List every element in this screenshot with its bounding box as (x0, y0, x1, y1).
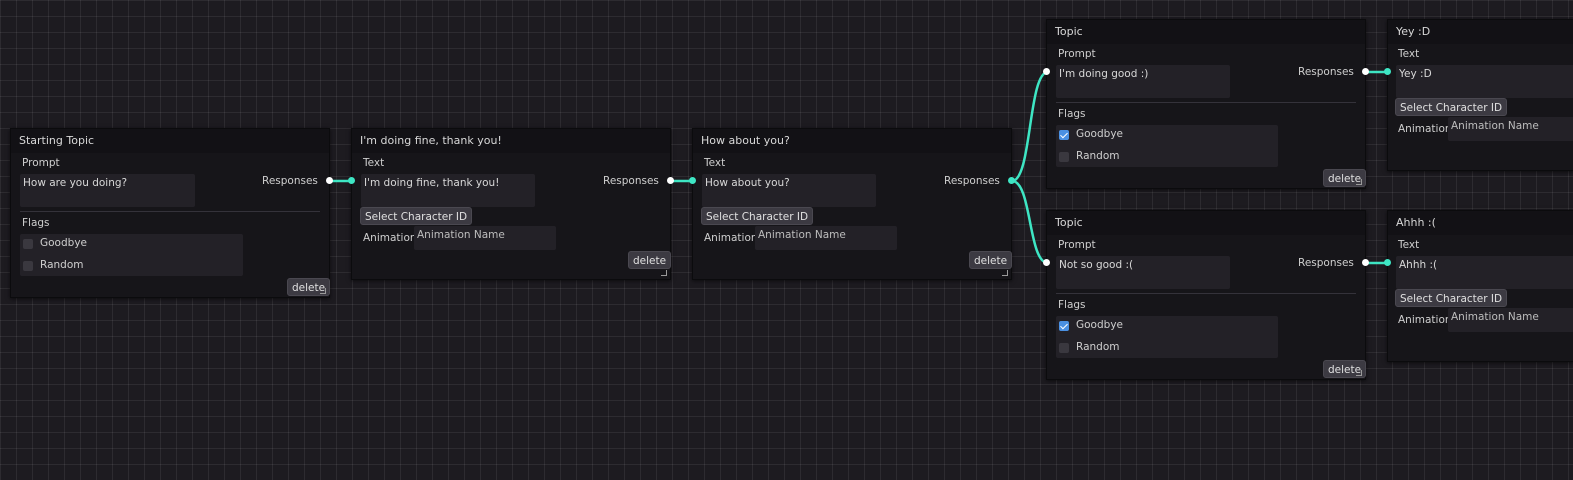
goodbye-label: Goodbye (1076, 319, 1123, 331)
delete-button[interactable]: delete (628, 251, 672, 269)
output-port-start[interactable] (326, 177, 333, 184)
flags-label: Flags (22, 217, 50, 229)
animation-label: Animation (704, 232, 758, 244)
random-checkbox[interactable] (1059, 152, 1069, 162)
divider (20, 211, 320, 212)
animation-name-input[interactable]: Animation Name (1448, 308, 1573, 332)
goodbye-checkbox[interactable] (1059, 130, 1069, 140)
node-title[interactable]: Ahhh :( (1388, 211, 1573, 235)
node-topic-doing-good[interactable]: Topic Prompt I'm doing good :) Responses… (1046, 19, 1367, 189)
animation-name-input[interactable]: Animation Name (755, 226, 897, 250)
animation-label: Animation (1398, 314, 1452, 326)
node-title[interactable]: Starting Topic (11, 129, 329, 153)
animation-label: Animation (1398, 123, 1452, 135)
random-checkbox[interactable] (23, 261, 33, 271)
node-title[interactable]: I'm doing fine, thank you! (352, 129, 670, 153)
random-label: Random (1076, 150, 1120, 162)
text-field[interactable]: Ahhh :( (1396, 256, 1573, 289)
input-port-fine[interactable] (348, 177, 355, 184)
node-ahhh[interactable]: Ahhh :( Text Ahhh :( Select Character ID… (1387, 210, 1573, 362)
output-port-topic1[interactable] (1362, 68, 1369, 75)
input-port-topic2[interactable] (1043, 259, 1050, 266)
wire-howabout-to-topic1 (1011, 70, 1049, 183)
select-character-id-button[interactable]: Select Character ID (701, 207, 814, 225)
goodbye-label: Goodbye (1076, 128, 1123, 140)
responses-label: Responses (1298, 257, 1354, 269)
text-field[interactable]: How about you? (702, 174, 876, 207)
prompt-field[interactable]: Not so good :( (1056, 256, 1230, 289)
prompt-label: Prompt (1058, 239, 1096, 251)
output-port-topic2[interactable] (1362, 259, 1369, 266)
resize-handle[interactable] (320, 288, 326, 294)
random-label: Random (1076, 341, 1120, 353)
random-checkbox[interactable] (1059, 343, 1069, 353)
node-topic-not-so-good[interactable]: Topic Prompt Not so good :( Responses Fl… (1046, 210, 1367, 380)
random-label: Random (40, 259, 84, 271)
prompt-label: Prompt (1058, 48, 1096, 60)
text-label: Text (1398, 239, 1420, 251)
input-port-topic1[interactable] (1043, 68, 1050, 75)
select-character-id-button[interactable]: Select Character ID (1395, 289, 1508, 307)
delete-button[interactable]: delete (969, 251, 1013, 269)
prompt-label: Prompt (22, 157, 60, 169)
goodbye-checkbox[interactable] (1059, 321, 1069, 331)
select-character-id-button[interactable]: Select Character ID (1395, 98, 1508, 116)
animation-name-input[interactable]: Animation Name (414, 226, 556, 250)
goodbye-label: Goodbye (40, 237, 87, 249)
node-title[interactable]: Yey :D (1388, 20, 1573, 44)
node-title[interactable]: How about you? (693, 129, 1011, 153)
animation-label: Animation (363, 232, 417, 244)
text-label: Text (1398, 48, 1420, 60)
input-port-yey[interactable] (1384, 68, 1391, 75)
divider (1056, 293, 1356, 294)
animation-name-input[interactable]: Animation Name (1448, 117, 1573, 141)
output-port-howabout[interactable] (1008, 177, 1015, 184)
node-how-about-you[interactable]: How about you? Text How about you? Respo… (692, 128, 1013, 280)
resize-handle[interactable] (1356, 179, 1362, 185)
flags-label: Flags (1058, 299, 1086, 311)
prompt-field[interactable]: How are you doing? (20, 174, 195, 207)
responses-label: Responses (262, 175, 318, 187)
select-character-id-button[interactable]: Select Character ID (360, 207, 473, 225)
responses-label: Responses (944, 175, 1000, 187)
node-starting-topic[interactable]: Starting Topic Prompt How are you doing?… (10, 128, 331, 298)
text-field[interactable]: Yey :D (1396, 65, 1573, 98)
node-im-doing-fine[interactable]: I'm doing fine, thank you! Text I'm doin… (351, 128, 672, 280)
text-label: Text (704, 157, 726, 169)
wire-howabout-to-topic2 (1011, 179, 1049, 265)
divider (1056, 102, 1356, 103)
text-field[interactable]: I'm doing fine, thank you! (361, 174, 535, 207)
prompt-field[interactable]: I'm doing good :) (1056, 65, 1230, 98)
resize-handle[interactable] (1002, 270, 1008, 276)
output-port-fine[interactable] (667, 177, 674, 184)
node-yey[interactable]: Yey :D Text Yey :D Select Character ID A… (1387, 19, 1573, 171)
node-title[interactable]: Topic (1047, 211, 1365, 235)
flags-label: Flags (1058, 108, 1086, 120)
text-label: Text (363, 157, 385, 169)
resize-handle[interactable] (1356, 370, 1362, 376)
responses-label: Responses (1298, 66, 1354, 78)
input-port-howabout[interactable] (689, 177, 696, 184)
node-title[interactable]: Topic (1047, 20, 1365, 44)
resize-handle[interactable] (661, 270, 667, 276)
input-port-ahhh[interactable] (1384, 259, 1391, 266)
goodbye-checkbox[interactable] (23, 239, 33, 249)
responses-label: Responses (603, 175, 659, 187)
